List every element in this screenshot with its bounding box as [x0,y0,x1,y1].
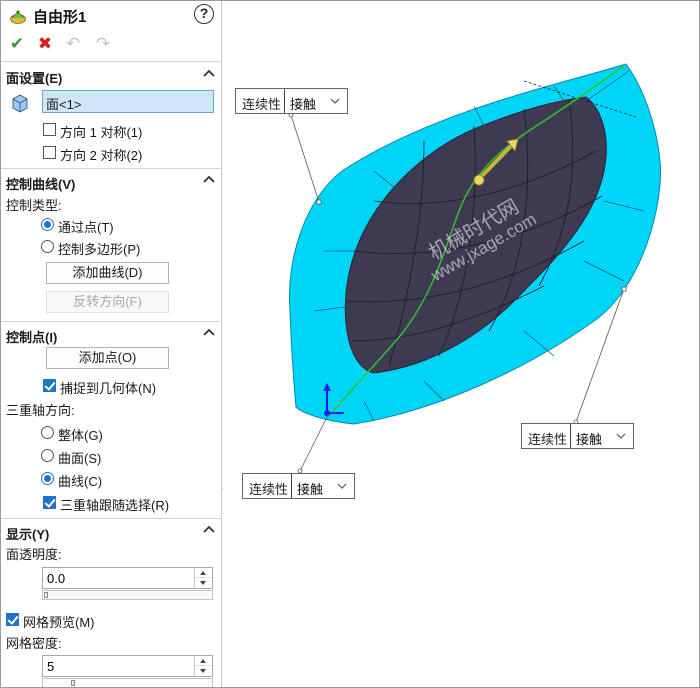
cancel-x-icon[interactable]: ✖ [35,34,55,54]
continuity-selector-right[interactable]: 连续性 接触 [521,423,634,449]
continuity-divider [291,474,292,498]
section-control-curves-title: 控制曲线(V) [6,177,76,192]
face-transparency-slider[interactable] [42,590,213,600]
checkbox-label: 捕捉到几何体(N) [60,381,157,396]
continuity-label: 连续性 [528,432,568,447]
action-bar: ✔ ✖ ↶ ↷ [1,31,221,57]
radio-label: 曲面(S) [58,451,102,466]
continuity-value: 接触 [576,432,603,447]
radio-label: 控制多边形(P) [58,242,141,257]
help-icon[interactable]: ? [194,4,214,24]
checkbox-box[interactable] [43,379,56,392]
property-manager-header: 自由形1 ? [1,1,221,31]
divider [1,61,221,62]
ok-check-icon[interactable]: ✔ [7,34,27,54]
continuity-divider [284,89,285,113]
continuity-value: 接触 [290,97,317,112]
redo-icon[interactable]: ↷ [93,34,113,54]
checkbox-label: 三重轴跟随选择(R) [60,498,170,513]
mesh-density-label: 网格密度: [6,636,62,651]
radio-dot[interactable] [41,449,54,462]
chevron-down-icon [337,483,347,489]
face-transparency-label: 面透明度: [6,547,62,562]
chevron-down-icon [330,98,340,104]
chevron-down-icon [616,433,626,439]
add-point-button[interactable]: 添加点(O) [46,347,169,369]
radio-label: 整体(G) [58,428,103,443]
spin-up-icon[interactable] [194,656,211,666]
continuity-selector-bottom[interactable]: 连续性 接触 [242,473,355,499]
continuity-divider [570,424,571,448]
slider-thumb[interactable] [44,592,48,598]
triad-direction-label: 三重轴方向: [6,403,75,418]
spin-down-icon[interactable] [194,578,211,588]
continuity-label: 连续性 [249,482,289,497]
section-control-points-header[interactable]: 控制点(I) [1,324,221,346]
face-transparency-spinner[interactable] [42,567,213,589]
spin-up-icon[interactable] [194,568,211,578]
freeform-feature-icon [10,10,26,24]
radio-dot[interactable] [41,240,54,253]
face-selection-icon [12,94,28,113]
continuity-value: 接触 [297,482,324,497]
mesh-density-spinner[interactable] [42,655,213,677]
chevron-up-icon [203,69,215,77]
chevron-up-icon [203,525,215,533]
property-manager: 自由形1 ? ✔ ✖ ↶ ↷ 面设置(E) 面<1> 方向 1 对称(1) 方向… [1,1,222,687]
control-type-label: 控制类型: [6,198,62,213]
face-transparency-input[interactable] [43,568,193,588]
section-face-settings-header[interactable]: 面设置(E) [1,65,221,87]
checkbox-label: 网格预览(M) [23,615,95,630]
radio-dot[interactable] [41,218,54,231]
divider [1,518,221,519]
section-control-curves-header[interactable]: 控制曲线(V) [1,171,221,193]
continuity-label: 连续性 [242,97,282,112]
graphics-viewport[interactable]: 机械时代网 www.jxage.com 连续性 接触 连续性 接触 连续性 接触 [224,1,699,687]
section-face-settings-title: 面设置(E) [6,71,63,86]
section-display-header[interactable]: 显示(Y) [1,521,221,543]
checkbox-box[interactable] [6,613,19,626]
add-curve-button[interactable]: 添加曲线(D) [46,262,169,284]
radio-dot[interactable] [41,472,54,485]
divider [1,321,221,322]
checkbox-box[interactable] [43,146,56,159]
checkbox-box[interactable] [43,496,56,509]
undo-icon[interactable]: ↶ [63,34,83,54]
mesh-density-slider[interactable] [42,678,213,687]
radio-dot[interactable] [41,426,54,439]
checkbox-label: 方向 1 对称(1) [60,125,143,140]
mesh-density-input[interactable] [43,656,193,676]
radio-label: 通过点(T) [58,220,114,235]
page-title: 自由形1 [33,9,87,26]
face-selection-list[interactable]: 面<1> [42,90,214,113]
chevron-up-icon [203,175,215,183]
section-display-title: 显示(Y) [6,527,50,542]
slider-thumb[interactable] [71,680,75,686]
flip-direction-button[interactable]: 反转方向(F) [46,291,169,313]
checkbox-box[interactable] [43,123,56,136]
divider [1,168,221,169]
section-control-points-title: 控制点(I) [6,330,58,345]
continuity-selector-top[interactable]: 连续性 接触 [235,88,348,114]
radio-label: 曲线(C) [58,474,103,489]
checkbox-label: 方向 2 对称(2) [60,148,143,163]
chevron-up-icon [203,328,215,336]
spin-down-icon[interactable] [194,666,211,676]
